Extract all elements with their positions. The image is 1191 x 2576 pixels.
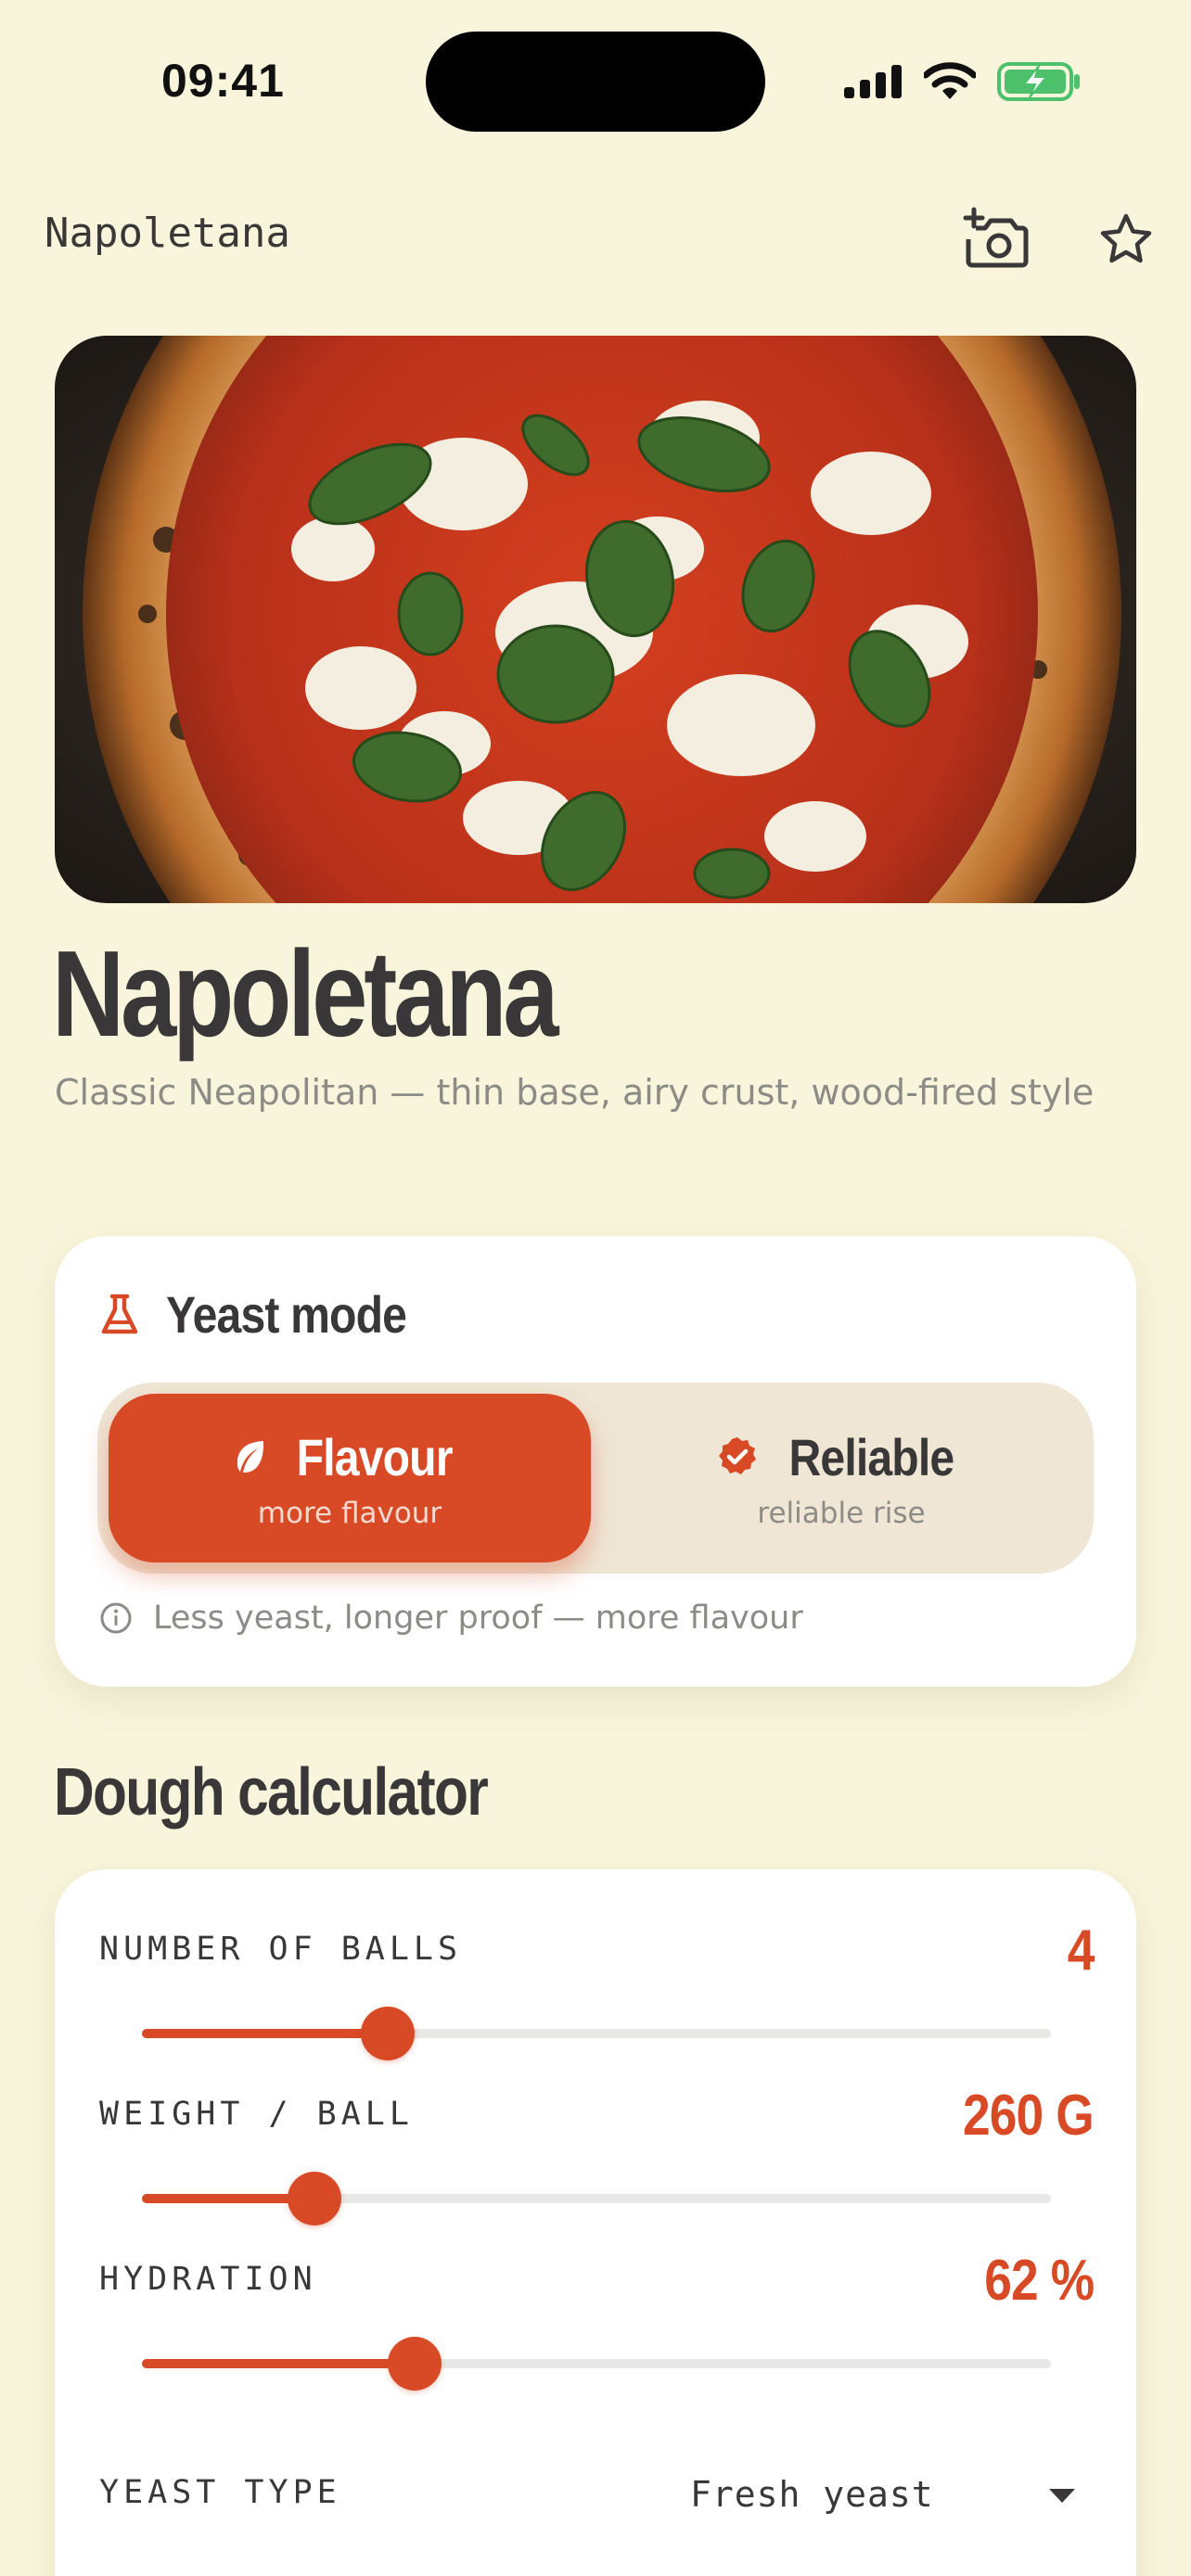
yeast-mode-segmented-control: Flavour more flavour Reliable reliable r… — [97, 1383, 1094, 1574]
yeast-mode-title: Yeast mode — [166, 1285, 407, 1344]
yeast-mode-option-flavour[interactable]: Flavour more flavour — [109, 1394, 591, 1562]
topbar-title: Napoletana — [45, 210, 290, 257]
cellular-signal-icon — [844, 65, 902, 98]
weight-value: 260 G — [963, 2084, 1095, 2148]
dough-calculator-title: Dough calculator — [54, 1755, 489, 1830]
status-time: 09:41 — [161, 55, 285, 107]
recipe-title: Napoletana — [52, 925, 559, 1062]
slider-thumb[interactable] — [288, 2172, 341, 2225]
yeast-mode-hint-text: Less yeast, longer proof — more flavour — [153, 1600, 803, 1637]
flavour-sub: more flavour — [257, 1496, 442, 1530]
status-bar: 09:41 — [0, 0, 1191, 158]
yeast-type-select[interactable]: Fresh yeast — [690, 2474, 934, 2515]
reliable-label: Reliable — [788, 1427, 954, 1486]
yeast-mode-hint: Less yeast, longer proof — more flavour — [99, 1600, 803, 1637]
favorite-button[interactable] — [1089, 202, 1163, 276]
dynamic-island — [426, 32, 765, 132]
star-outline-icon — [1100, 213, 1152, 263]
verified-badge-icon — [718, 1437, 756, 1474]
balls-slider[interactable] — [142, 2006, 1051, 2061]
slider-thumb[interactable] — [388, 2337, 442, 2391]
battery-charging-icon — [997, 62, 1080, 101]
pizza-hero-image — [55, 336, 1136, 903]
weight-slider[interactable] — [142, 2171, 1051, 2226]
yeast-mode-card: Yeast mode Flavour more flavour Reliable… — [55, 1236, 1136, 1687]
camera-add-icon — [963, 207, 1029, 268]
slider-fill — [142, 2029, 388, 2038]
flask-icon — [101, 1294, 138, 1333]
balls-label: NUMBER OF BALLS — [99, 1931, 463, 1968]
chevron-down-icon[interactable] — [1046, 2485, 1078, 2506]
reliable-sub: reliable rise — [757, 1496, 926, 1530]
add-photo-button[interactable] — [959, 202, 1033, 276]
leaf-icon — [237, 1441, 264, 1473]
hydration-label: HYDRATION — [99, 2261, 317, 2298]
yeast-type-label: YEAST TYPE — [99, 2474, 341, 2511]
yeast-mode-header: Yeast mode — [99, 1284, 445, 1345]
yeast-mode-option-reliable[interactable]: Reliable reliable rise — [600, 1394, 1082, 1562]
recipe-subtitle: Classic Neapolitan — thin base, airy cru… — [55, 1072, 1095, 1113]
status-icons — [842, 61, 1082, 102]
weight-label: WEIGHT / BALL — [99, 2096, 414, 2133]
slider-fill — [142, 2359, 415, 2368]
slider-thumb[interactable] — [361, 2007, 415, 2060]
pizza-illustration — [83, 336, 1121, 903]
flavour-label: Flavour — [297, 1427, 454, 1486]
hydration-slider[interactable] — [142, 2336, 1051, 2391]
wifi-icon — [924, 62, 976, 99]
hydration-value: 62 % — [983, 2249, 1095, 2313]
balls-value: 4 — [1067, 1919, 1095, 1983]
info-icon — [100, 1602, 132, 1634]
